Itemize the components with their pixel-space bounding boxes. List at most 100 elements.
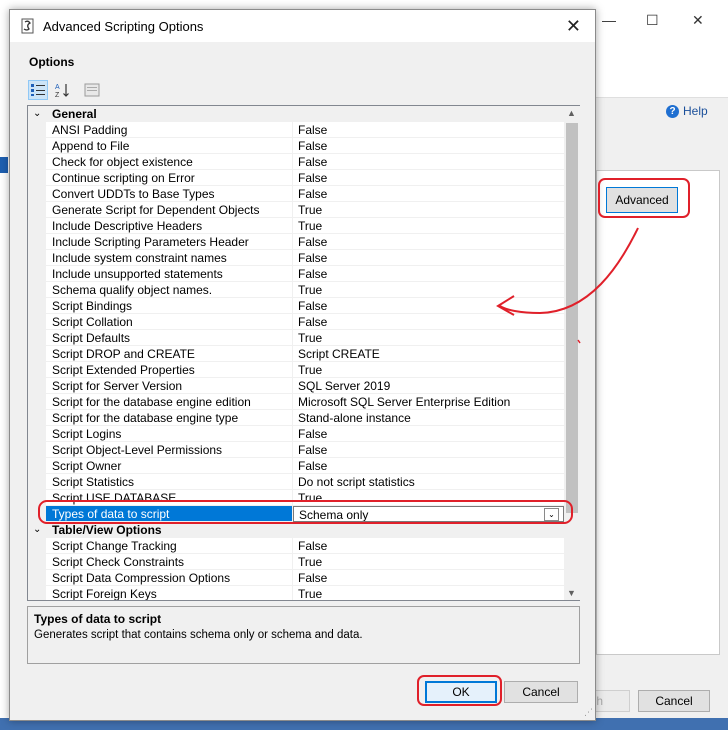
property-row[interactable]: Schema qualify object names. True <box>28 282 564 298</box>
property-value[interactable]: False <box>293 250 564 266</box>
property-value[interactable]: Microsoft SQL Server Enterprise Edition <box>293 394 564 410</box>
property-name[interactable]: Script Check Constraints <box>46 554 293 570</box>
property-value[interactable]: True <box>293 554 564 570</box>
alphabetical-icon[interactable]: A Z <box>52 80 72 100</box>
collapse-chevron-icon[interactable]: ⌄ <box>33 522 41 538</box>
property-name[interactable]: Script Object-Level Permissions <box>46 442 293 458</box>
property-value[interactable]: True <box>293 218 564 234</box>
property-name[interactable]: Include unsupported statements <box>46 266 293 282</box>
property-row[interactable]: Script USE DATABASE True <box>28 490 564 506</box>
property-value[interactable]: False <box>293 426 564 442</box>
property-row[interactable]: Script Check Constraints True <box>28 554 564 570</box>
vertical-scrollbar[interactable]: ▲ ▼ <box>564 106 580 600</box>
property-value[interactable]: Do not script statistics <box>293 474 564 490</box>
property-name[interactable]: Script Bindings <box>46 298 293 314</box>
property-row[interactable]: Script Logins False <box>28 426 564 442</box>
property-row[interactable]: Check for object existence False <box>28 154 564 170</box>
property-row[interactable]: Script Defaults True <box>28 330 564 346</box>
property-name[interactable]: Types of data to script <box>46 506 293 522</box>
category-header[interactable]: ⌄ General <box>28 106 564 122</box>
property-row[interactable]: Generate Script for Dependent Objects Tru… <box>28 202 564 218</box>
property-value[interactable]: False <box>293 570 564 586</box>
property-row[interactable]: Include Descriptive Headers True <box>28 218 564 234</box>
property-value[interactable]: True <box>293 490 564 506</box>
property-name[interactable]: Script Defaults <box>46 330 293 346</box>
property-value[interactable]: False <box>293 266 564 282</box>
property-name[interactable]: Generate Script for Dependent Objects <box>46 202 293 218</box>
property-row[interactable]: Include system constraint names False <box>28 250 564 266</box>
property-value[interactable]: True <box>293 362 564 378</box>
property-name[interactable]: Include system constraint names <box>46 250 293 266</box>
dropdown-arrow-icon[interactable]: ⌄ <box>544 508 559 521</box>
property-name[interactable]: Script Data Compression Options <box>46 570 293 586</box>
scroll-down-icon[interactable]: ▼ <box>567 588 576 598</box>
property-value[interactable]: False <box>293 154 564 170</box>
property-value[interactable]: True <box>293 202 564 218</box>
property-row[interactable]: Script for Server Version SQL Server 2019 <box>28 378 564 394</box>
property-name[interactable]: Script Statistics <box>46 474 293 490</box>
property-row[interactable]: Script Data Compression Options False <box>28 570 564 586</box>
property-value[interactable]: False <box>293 458 564 474</box>
maximize-icon[interactable]: ☐ <box>646 12 659 29</box>
property-row-selected[interactable]: Types of data to script Schema only ⌄ <box>28 506 564 522</box>
property-row[interactable]: Script for the database engine edition Mi… <box>28 394 564 410</box>
category-header[interactable]: ⌄ Table/View Options <box>28 522 564 538</box>
advanced-button[interactable]: Advanced <box>606 187 678 213</box>
property-name[interactable]: Include Scripting Parameters Header <box>46 234 293 250</box>
property-row[interactable]: Script Object-Level Permissions False <box>28 442 564 458</box>
property-value[interactable]: False <box>293 314 564 330</box>
property-row[interactable]: Script Foreign Keys True <box>28 586 564 600</box>
property-value[interactable]: False <box>293 442 564 458</box>
property-name[interactable]: Script for the database engine type <box>46 410 293 426</box>
property-name[interactable]: Script Change Tracking <box>46 538 293 554</box>
property-row[interactable]: Include Scripting Parameters Header False <box>28 234 564 250</box>
close-icon[interactable]: ✕ <box>566 16 581 37</box>
property-row[interactable]: Script Owner False <box>28 458 564 474</box>
property-row[interactable]: Continue scripting on Error False <box>28 170 564 186</box>
property-value[interactable]: True <box>293 330 564 346</box>
property-value[interactable]: True <box>293 586 564 600</box>
property-name[interactable]: Convert UDDTs to Base Types <box>46 186 293 202</box>
property-row[interactable]: Script Collation False <box>28 314 564 330</box>
property-name[interactable]: Script Owner <box>46 458 293 474</box>
property-value[interactable]: Script CREATE <box>293 346 564 362</box>
close-icon[interactable]: ✕ <box>692 12 704 29</box>
property-name[interactable]: ANSI Padding <box>46 122 293 138</box>
property-row[interactable]: Script Bindings False <box>28 298 564 314</box>
property-row[interactable]: Script Extended Properties True <box>28 362 564 378</box>
property-row[interactable]: Script for the database engine type Stand… <box>28 410 564 426</box>
property-value[interactable]: False <box>293 122 564 138</box>
property-value[interactable]: False <box>293 298 564 314</box>
property-name[interactable]: Append to File <box>46 138 293 154</box>
property-row[interactable]: Script DROP and CREATE Script CREATE <box>28 346 564 362</box>
help-link[interactable]: ? Help <box>666 104 708 118</box>
property-grid[interactable]: ⌄ General ANSI Padding False Append to File F… <box>27 105 580 601</box>
property-name[interactable]: Script for the database engine edition <box>46 394 293 410</box>
minimize-icon[interactable]: — <box>602 12 616 28</box>
scrollbar-thumb[interactable] <box>566 123 578 513</box>
property-row[interactable]: Convert UDDTs to Base Types False <box>28 186 564 202</box>
property-name[interactable]: Script DROP and CREATE <box>46 346 293 362</box>
property-row[interactable]: Script Statistics Do not script statistic… <box>28 474 564 490</box>
ok-button[interactable]: OK <box>425 681 497 703</box>
property-name[interactable]: Continue scripting on Error <box>46 170 293 186</box>
property-name[interactable]: Script USE DATABASE <box>46 490 293 506</box>
property-name[interactable]: Schema qualify object names. <box>46 282 293 298</box>
property-name[interactable]: Script Logins <box>46 426 293 442</box>
property-name[interactable]: Script Collation <box>46 314 293 330</box>
property-value[interactable]: True <box>293 282 564 298</box>
cancel-button[interactable]: Cancel <box>504 681 578 703</box>
scroll-up-icon[interactable]: ▲ <box>567 108 576 118</box>
property-name[interactable]: Script for Server Version <box>46 378 293 394</box>
resize-grip-icon[interactable]: ⋰ <box>584 707 593 718</box>
property-row[interactable]: Include unsupported statements False <box>28 266 564 282</box>
property-value[interactable]: Stand-alone instance <box>293 410 564 426</box>
property-row[interactable]: Append to File False <box>28 138 564 154</box>
property-row[interactable]: ANSI Padding False <box>28 122 564 138</box>
background-cancel-button[interactable]: Cancel <box>638 690 710 712</box>
property-value[interactable]: False <box>293 138 564 154</box>
property-value[interactable]: False <box>293 234 564 250</box>
property-name[interactable]: Include Descriptive Headers <box>46 218 293 234</box>
property-name[interactable]: Script Extended Properties <box>46 362 293 378</box>
property-name[interactable]: Script Foreign Keys <box>46 586 293 600</box>
